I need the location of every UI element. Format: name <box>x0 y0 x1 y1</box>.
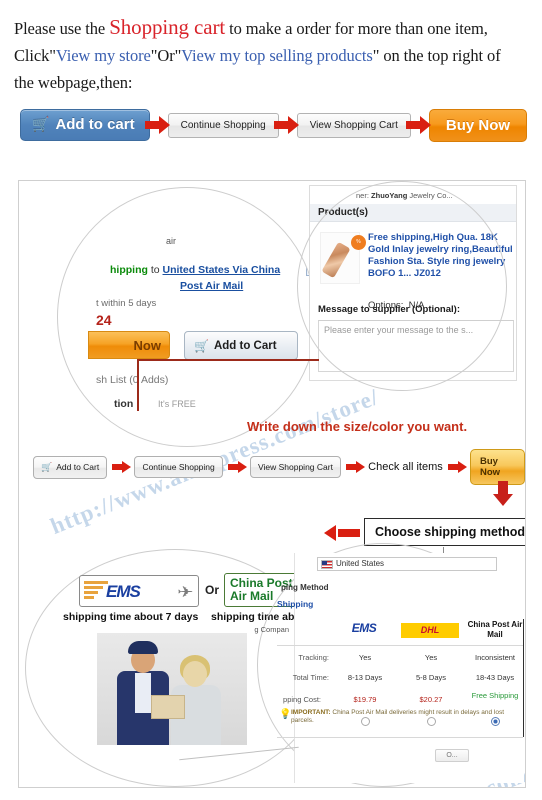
shipping-method-label: ping Method <box>281 583 329 592</box>
table-cell: 18-43 Days <box>475 673 515 682</box>
header-text-or: "Or" <box>150 46 182 65</box>
buy-now-button-step[interactable]: Buy Now <box>469 449 525 485</box>
price-fragment: 24 <box>96 312 112 328</box>
middle-button-flow: 🛒 Add to Cart Continue Shopping View Sho… <box>33 449 525 485</box>
table-cell: Free Shipping <box>471 691 519 700</box>
cart-icon: 🛒 <box>32 116 50 132</box>
table-cell: $20.27 <box>419 695 443 704</box>
view-top-selling-link[interactable]: View my top selling products <box>181 46 373 65</box>
carrier-ems-logo: EMS <box>351 621 377 635</box>
add-to-cart-button-detail[interactable]: 🛒 Add to Cart <box>184 331 298 360</box>
buy-now-button[interactable]: Buy Now <box>428 108 528 142</box>
ok-button[interactable]: O... <box>435 749 469 762</box>
shipping-destination-link[interactable]: United States Via China <box>163 264 281 276</box>
ems-logo-label: EMS <box>106 582 141 601</box>
delivery-man-handing-parcel-photo <box>97 633 247 745</box>
choose-shipping-method-box: Choose shipping method <box>364 518 525 546</box>
add-to-cart-button[interactable]: 🛒 Add to cart <box>20 109 150 141</box>
add-to-cart-label: Add to Cart <box>213 339 277 352</box>
arrow-right-icon <box>345 461 365 473</box>
country-value: United States <box>336 559 385 568</box>
red-pointer-bracket <box>137 359 319 411</box>
continue-shopping-button[interactable]: Continue Shopping <box>167 112 279 138</box>
header-text-e: " on the top right of <box>372 46 501 65</box>
top-button-flow: 🛒 Add to cart Continue Shopping View Sho… <box>0 96 542 146</box>
table-cell: 5-8 Days <box>415 673 446 682</box>
wish-list-label: sh List <box>96 374 127 386</box>
shipping-company-row-label: g Compan <box>254 625 289 634</box>
table-cell: $19.79 <box>353 695 377 704</box>
airplane-icon: ✈ <box>177 584 194 601</box>
add-to-cart-label: Add to Cart <box>56 462 100 472</box>
protection-label: tion <box>114 398 134 410</box>
important-notice: IMPORTANT: China Post Air Mail deliverie… <box>291 709 509 725</box>
lightbulb-icon: 💡 <box>279 709 292 720</box>
arrow-right-icon <box>447 461 467 473</box>
to-label: to <box>150 264 160 276</box>
carrier-dhl-logo: DHL <box>401 623 459 638</box>
check-all-items-label: Check all items <box>368 461 443 473</box>
header-text-a: Please use the <box>14 19 110 38</box>
callout-circle-product <box>297 181 507 391</box>
write-down-note: Write down the size/color you want. <box>247 419 468 434</box>
shopping-cart-highlight: Shopping cart <box>109 15 226 39</box>
ems-stripes-icon <box>84 581 108 600</box>
continue-shopping-button-step[interactable]: Continue Shopping <box>134 456 223 478</box>
arrow-right-icon <box>112 461 132 473</box>
cart-icon: 🛒 <box>41 461 53 472</box>
buy-now-button-cropped[interactable]: Now <box>88 331 170 359</box>
country-select[interactable]: United States <box>317 557 497 571</box>
view-my-store-link[interactable]: View my store <box>56 46 151 65</box>
add-to-cart-label: Add to cart <box>55 116 135 133</box>
instruction-panel: http://www.aliexpress.com/store/ http://… <box>18 180 526 788</box>
us-flag-icon <box>321 560 333 569</box>
ems-option-box: EMS ✈ <box>79 575 199 607</box>
view-shopping-cart-button[interactable]: View Shopping Cart <box>296 112 411 138</box>
header-line-3: the webpage,then: <box>14 73 133 92</box>
header-line-1: Please use the Shopping cart to make a o… <box>14 14 530 42</box>
shipping-cost-row-label: pping Cost: <box>283 695 321 704</box>
shipping-to-row: hipping to United States Via China <box>110 264 280 276</box>
header-text-c: to make a order for more than one item, <box>225 19 488 38</box>
arrow-right-icon <box>227 461 247 473</box>
carrier-china-post-label: China Post Air Mail <box>467 620 523 639</box>
page-title: Please use the Shopping cart to make a o… <box>0 0 542 96</box>
view-shopping-cart-button-step[interactable]: View Shopping Cart <box>249 456 341 478</box>
shipping-method-panel: United States ping Method Shipping EMS D… <box>179 553 524 783</box>
shipping-label: hipping <box>110 264 148 276</box>
header-text-click: Click" <box>14 46 56 65</box>
shipping-destination-link-2[interactable]: Post Air Mail <box>180 280 243 292</box>
table-cell: 8-13 Days <box>347 673 383 682</box>
shipping-label: Shipping <box>277 599 314 609</box>
china-post-line-2: Air Mail <box>230 589 274 603</box>
table-cell: Inconsistent <box>474 653 516 662</box>
dispatch-time-text: t within 5 days <box>96 298 157 309</box>
tracking-row-label: Tracking: <box>298 653 329 662</box>
important-label: IMPORTANT: <box>291 709 331 716</box>
table-cell: Yes <box>424 653 438 662</box>
table-cell: Yes <box>358 653 372 662</box>
cart-icon: 🛒 <box>194 338 209 353</box>
or-separator-label: Or <box>205 583 220 597</box>
header-line-2: Click"View my store"Or"View my top selli… <box>14 42 530 69</box>
air-text-fragment: air <box>166 236 177 246</box>
add-to-cart-button-step[interactable]: 🛒 Add to Cart <box>33 455 108 479</box>
total-time-row-label: Total Time: <box>292 673 329 682</box>
ems-shipping-time: shipping time about 7 days <box>63 611 199 623</box>
arrow-left-icon <box>324 525 360 541</box>
